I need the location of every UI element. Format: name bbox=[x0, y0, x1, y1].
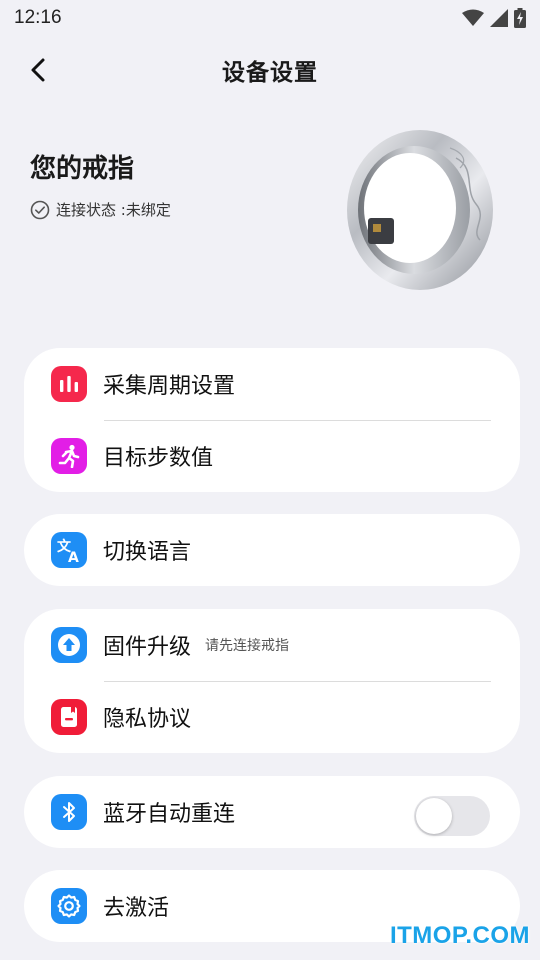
status-bar: 12:16 bbox=[0, 0, 540, 36]
device-section: 您的戒指 连接状态 :未绑定 bbox=[0, 110, 540, 300]
connection-status: 连接状态 :未绑定 bbox=[30, 199, 171, 220]
status-icons bbox=[462, 8, 526, 28]
watermark-logo: ITMOP.COM bbox=[389, 922, 530, 949]
page-title: 设备设置 bbox=[222, 60, 318, 86]
divider bbox=[104, 681, 491, 682]
bluetooth-auto-reconnect-setting: 蓝牙自动重连 bbox=[24, 776, 520, 848]
ring-image bbox=[347, 130, 493, 290]
target-steps-setting[interactable]: 目标步数值 bbox=[24, 420, 520, 492]
firmware-upgrade-label: 固件升级 bbox=[103, 635, 192, 660]
document-icon bbox=[51, 699, 87, 735]
svg-text:A: A bbox=[68, 550, 79, 564]
bluetooth-auto-reconnect-toggle[interactable] bbox=[414, 796, 490, 836]
divider bbox=[104, 420, 491, 421]
settings-card-4: 蓝牙自动重连 bbox=[24, 776, 520, 848]
connection-status-text: 连接状态 :未绑定 bbox=[56, 201, 171, 219]
settings-card-1: 采集周期设置 目标步数值 bbox=[24, 348, 520, 492]
back-button[interactable] bbox=[22, 54, 54, 86]
firmware-upgrade-setting[interactable]: 固件升级 请先连接戒指 bbox=[24, 609, 520, 681]
bluetooth-icon bbox=[51, 794, 87, 830]
status-time: 12:16 bbox=[14, 7, 62, 28]
collection-period-label: 采集周期设置 bbox=[103, 374, 236, 399]
running-person-icon bbox=[51, 438, 87, 474]
switch-language-setting[interactable]: 文 A 切换语言 bbox=[24, 514, 520, 586]
settings-card-3: 固件升级 请先连接戒指 隐私协议 bbox=[24, 609, 520, 753]
privacy-policy-label: 隐私协议 bbox=[103, 707, 192, 732]
collection-period-setting[interactable]: 采集周期设置 bbox=[24, 348, 520, 420]
translate-icon: 文 A bbox=[51, 532, 87, 568]
top-bar: 设备设置 bbox=[0, 44, 540, 96]
chevron-left-icon bbox=[31, 58, 45, 82]
check-circle-icon bbox=[30, 200, 50, 219]
toggle-knob bbox=[416, 798, 452, 834]
privacy-policy-setting[interactable]: 隐私协议 bbox=[24, 681, 520, 753]
wifi-icon bbox=[462, 9, 484, 26]
firmware-upgrade-hint: 请先连接戒指 bbox=[205, 638, 290, 654]
bar-chart-icon bbox=[51, 366, 87, 402]
bluetooth-auto-reconnect-label: 蓝牙自动重连 bbox=[103, 802, 236, 827]
switch-language-label: 切换语言 bbox=[103, 540, 192, 565]
gear-icon bbox=[51, 888, 87, 924]
device-name: 您的戒指 bbox=[30, 154, 135, 184]
target-steps-label: 目标步数值 bbox=[103, 446, 214, 471]
settings-card-2: 文 A 切换语言 bbox=[24, 514, 520, 586]
deactivate-label: 去激活 bbox=[103, 896, 170, 921]
battery-icon bbox=[514, 8, 526, 28]
upload-arrow-icon bbox=[51, 627, 87, 663]
cellular-signal-icon bbox=[490, 9, 508, 27]
